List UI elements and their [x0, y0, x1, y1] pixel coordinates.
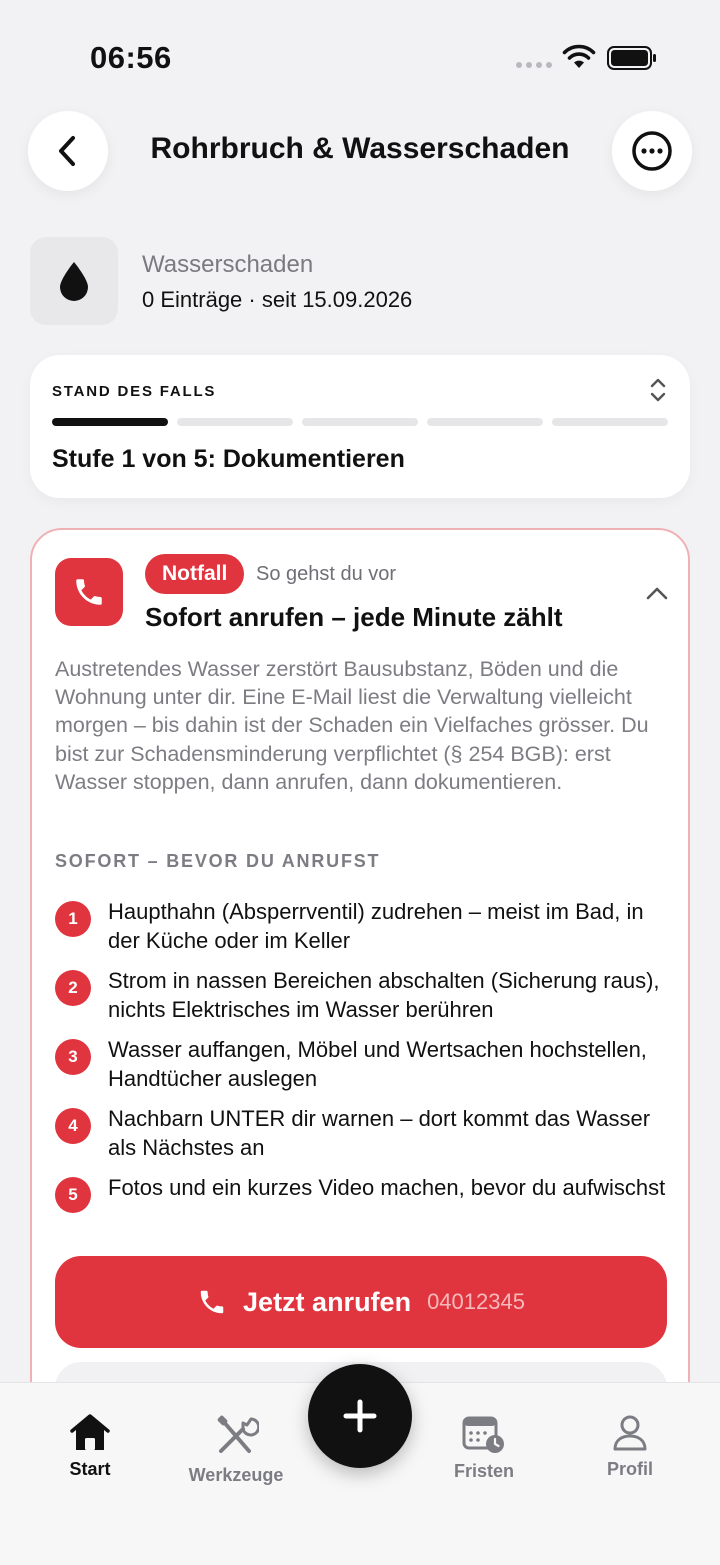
step-number: 3	[55, 1039, 91, 1075]
phone-tile	[55, 558, 123, 626]
tab-label: Profil	[606, 1459, 653, 1479]
calendar-clock-icon	[462, 1416, 504, 1453]
water-drop-icon	[60, 262, 88, 301]
category-meta: 0 Einträge · seit 15.09.2026	[142, 287, 413, 312]
step-text: Haupthahn (Absperrventil) zudrehen – mei…	[108, 899, 644, 953]
progress-segment	[177, 418, 293, 426]
list-item: 2 Strom in nassen Bereichen abschalten (…	[55, 967, 675, 1036]
category-name: Wasserschaden	[142, 251, 314, 278]
cellular-signal-icon	[516, 62, 552, 68]
step-number: 2	[55, 970, 91, 1006]
chevron-up-icon[interactable]	[646, 586, 668, 600]
tab-profil[interactable]: Profil	[585, 1413, 675, 1480]
call-now-button[interactable]: Jetzt anrufen 04012345	[55, 1256, 667, 1348]
status-bar: 06:56	[0, 0, 720, 110]
step-text: Strom in nassen Bereichen abschalten (Si…	[108, 968, 660, 1022]
tools-icon	[217, 1415, 259, 1453]
tab-fristen[interactable]: Fristen	[434, 1413, 534, 1482]
person-icon	[613, 1415, 647, 1451]
steps-list: 1 Haupthahn (Absperrventil) zudrehen – m…	[55, 898, 675, 1243]
phone-icon	[76, 579, 102, 605]
step-text: Fotos und ein kurzes Video machen, bevor…	[108, 1175, 666, 1200]
plus-icon	[343, 1399, 377, 1433]
house-icon	[70, 1414, 110, 1450]
progress-label: STAND DES FALLS	[52, 383, 217, 400]
wifi-icon	[562, 44, 596, 68]
phone-icon	[200, 1290, 224, 1314]
call-button-label: Jetzt anrufen	[243, 1286, 412, 1317]
category-icon-tile	[30, 237, 118, 325]
tab-label: Fristen	[453, 1461, 514, 1481]
case-progress-card[interactable]: STAND DES FALLS Stufe 1 von 5: Dokumenti…	[30, 355, 690, 498]
step-number: 5	[55, 1177, 91, 1213]
progress-segment	[427, 418, 543, 426]
call-button-number: 04012345	[427, 1289, 525, 1314]
step-number: 4	[55, 1108, 91, 1144]
more-options-button[interactable]	[612, 111, 692, 191]
step-text: Nachbarn UNTER dir warnen – dort kommt d…	[108, 1106, 651, 1160]
emergency-subtitle: So gehst du vor	[256, 563, 397, 585]
step-text: Wasser auffangen, Möbel und Wertsachen h…	[108, 1037, 647, 1091]
list-item: 3 Wasser auffangen, Möbel und Wertsachen…	[55, 1036, 675, 1105]
ellipsis-circle-icon	[632, 131, 672, 171]
steps-section-label: SOFORT – BEVOR DU ANRUFST	[55, 851, 381, 871]
add-button[interactable]	[308, 1364, 412, 1468]
emergency-card: Notfall So gehst du vor Sofort anrufen –…	[30, 528, 690, 1428]
step-number: 1	[55, 901, 91, 937]
chevron-up-down-icon[interactable]	[648, 377, 668, 403]
emergency-description: Austretendes Wasser zerstört Bausubstanz…	[55, 657, 649, 794]
list-item: 1 Haupthahn (Absperrventil) zudrehen – m…	[55, 898, 675, 967]
progress-segment	[302, 418, 418, 426]
tab-label: Werkzeuge	[188, 1465, 284, 1485]
progress-segment	[52, 418, 168, 426]
status-time: 06:56	[90, 40, 172, 75]
list-item: 4 Nachbarn UNTER dir warnen – dort kommt…	[55, 1105, 675, 1174]
tab-label: Start	[69, 1459, 111, 1479]
tab-start[interactable]: Start	[50, 1413, 130, 1480]
progress-segment	[552, 418, 668, 426]
progress-step-text: Stufe 1 von 5: Dokumentieren	[52, 445, 405, 473]
progress-bar	[52, 418, 668, 426]
emergency-badge: Notfall	[145, 554, 245, 594]
tab-werkzeuge[interactable]: Werkzeuge	[176, 1413, 296, 1486]
emergency-title: Sofort anrufen – jede Minute zählt	[145, 602, 563, 632]
list-item: 5 Fotos und ein kurzes Video machen, bev…	[55, 1174, 675, 1243]
battery-icon	[607, 46, 656, 70]
